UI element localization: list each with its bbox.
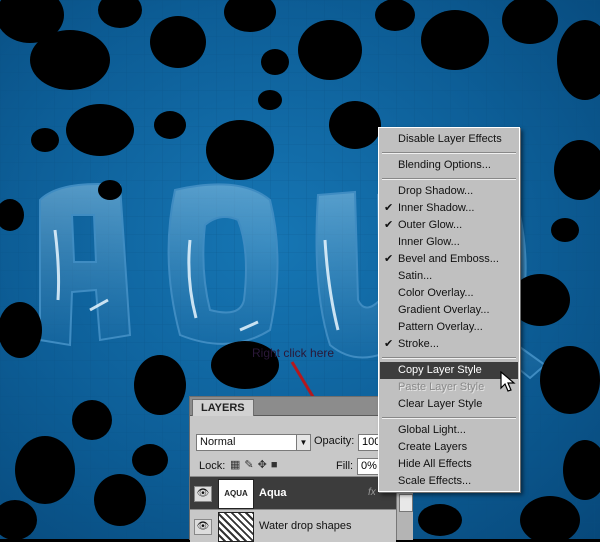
lock-all-icon[interactable]: ■ xyxy=(271,459,282,471)
fill-label: Fill: xyxy=(336,460,354,472)
layer-name[interactable]: Water drop shapes xyxy=(259,520,352,532)
menu-item-blending-options[interactable]: Blending Options... xyxy=(380,157,518,174)
menu-item-stroke[interactable]: ✔ Stroke... xyxy=(380,336,518,353)
menu-separator xyxy=(382,357,516,359)
menu-item-copy-layer-style[interactable]: Copy Layer Style xyxy=(380,362,518,379)
menu-item-label: Clear Layer Style xyxy=(398,398,483,410)
lock-position-icon[interactable]: ✥ xyxy=(258,459,271,471)
menu-item-label: Color Overlay... xyxy=(398,287,474,299)
menu-item-pattern-overlay[interactable]: Pattern Overlay... xyxy=(380,319,518,336)
menu-item-label: Scale Effects... xyxy=(398,475,472,487)
lock-label: Lock: xyxy=(199,460,226,472)
scrollbar-thumb[interactable] xyxy=(399,494,413,512)
menu-item-label: Blending Options... xyxy=(398,159,491,171)
lock-icons: ▦✎✥■ xyxy=(230,458,282,471)
menu-item-label: Outer Glow... xyxy=(398,219,463,231)
menu-item-satin[interactable]: Satin... xyxy=(380,268,518,285)
annotation-label: Right click here xyxy=(252,346,335,360)
menu-item-disable-layer-effects[interactable]: Disable Layer Effects xyxy=(380,131,518,148)
layer-row-water-drop-shapes[interactable]: 👁 Water drop shapes xyxy=(190,509,396,542)
layer-thumbnail: AQUA xyxy=(218,479,254,509)
menu-item-label: Inner Glow... xyxy=(398,236,460,248)
menu-item-label: Pattern Overlay... xyxy=(398,321,483,333)
menu-item-label: Create Layers xyxy=(398,441,468,453)
opacity-label: Opacity: xyxy=(314,435,355,447)
menu-separator xyxy=(382,417,516,419)
blend-mode-value: Normal xyxy=(200,436,236,448)
menu-item-label: Satin... xyxy=(398,270,433,282)
layer-style-context-menu: Disable Layer Effects Blending Options..… xyxy=(378,127,520,492)
menu-separator xyxy=(382,152,516,154)
menu-item-bevel-and-emboss[interactable]: ✔ Bevel and Emboss... xyxy=(380,251,518,268)
menu-item-label: Disable Layer Effects xyxy=(398,133,502,145)
menu-item-create-layers[interactable]: Create Layers xyxy=(380,439,518,456)
menu-item-global-light[interactable]: Global Light... xyxy=(380,422,518,439)
menu-item-paste-layer-style: Paste Layer Style xyxy=(380,379,518,396)
menu-item-clear-layer-style[interactable]: Clear Layer Style xyxy=(380,396,518,413)
menu-item-drop-shadow[interactable]: Drop Shadow... xyxy=(380,183,518,200)
menu-item-scale-effects[interactable]: Scale Effects... xyxy=(380,473,518,490)
menu-separator xyxy=(382,178,516,180)
checkmark-icon: ✔ xyxy=(384,202,394,214)
chevron-down-icon[interactable]: ▼ xyxy=(296,435,310,450)
menu-item-inner-shadow[interactable]: ✔ Inner Shadow... xyxy=(380,200,518,217)
menu-item-outer-glow[interactable]: ✔ Outer Glow... xyxy=(380,217,518,234)
menu-item-label: Stroke... xyxy=(398,338,439,350)
menu-item-label: Copy Layer Style xyxy=(398,364,482,376)
menu-item-label: Hide All Effects xyxy=(398,458,472,470)
menu-item-inner-glow[interactable]: Inner Glow... xyxy=(380,234,518,251)
menu-item-label: Global Light... xyxy=(398,424,466,436)
menu-item-label: Inner Shadow... xyxy=(398,202,475,214)
menu-item-label: Drop Shadow... xyxy=(398,185,474,197)
eye-icon[interactable]: 👁 xyxy=(194,486,212,502)
checkmark-icon: ✔ xyxy=(384,338,394,350)
checkmark-icon: ✔ xyxy=(384,253,394,265)
layer-row-aqua[interactable]: 👁 AQUA Aqua fx xyxy=(190,476,396,509)
lock-transparency-icon[interactable]: ▦ xyxy=(230,459,244,471)
layer-thumbnail xyxy=(218,512,254,542)
layer-name[interactable]: Aqua xyxy=(259,487,287,499)
menu-item-gradient-overlay[interactable]: Gradient Overlay... xyxy=(380,302,518,319)
checkmark-icon: ✔ xyxy=(384,219,394,231)
menu-item-hide-all-effects[interactable]: Hide All Effects xyxy=(380,456,518,473)
lock-pixels-icon[interactable]: ✎ xyxy=(244,459,257,471)
fx-icon[interactable]: fx xyxy=(368,487,376,498)
menu-item-label: Gradient Overlay... xyxy=(398,304,490,316)
tab-layers[interactable]: LAYERS xyxy=(192,399,254,416)
menu-item-label: Bevel and Emboss... xyxy=(398,253,499,265)
menu-item-label: Paste Layer Style xyxy=(398,381,485,393)
blend-mode-select[interactable]: Normal ▼ xyxy=(196,434,311,451)
menu-item-color-overlay[interactable]: Color Overlay... xyxy=(380,285,518,302)
mouse-pointer-icon xyxy=(500,371,516,392)
eye-icon[interactable]: 👁 xyxy=(194,519,212,535)
